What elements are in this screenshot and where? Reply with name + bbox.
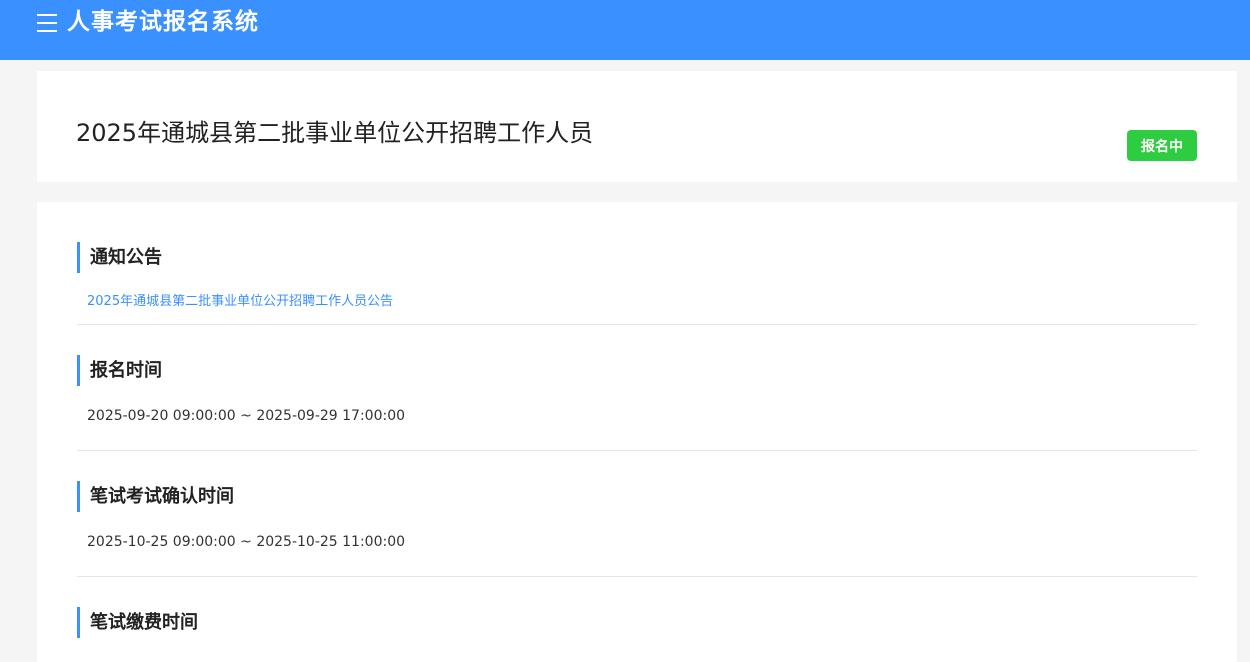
exam-header-card: 2025年通城县第二批事业单位公开招聘工作人员 报名中	[37, 71, 1237, 182]
top-nav-bar: 人事考试报名系统	[0, 0, 1250, 60]
exam-title: 2025年通城县第二批事业单位公开招聘工作人员	[76, 119, 594, 147]
registration-time-value: 2025-09-20 09:00:00 ~ 2025-09-29 17:00:0…	[87, 408, 406, 424]
exam-details-card: 通知公告 2025年通城县第二批事业单位公开招聘工作人员公告 报名时间 2025…	[37, 202, 1237, 662]
app-title: 人事考试报名系统	[67, 9, 259, 35]
section-divider	[77, 576, 1197, 577]
hamburger-menu-icon[interactable]	[37, 11, 59, 33]
section-divider	[77, 450, 1197, 451]
written-confirm-heading: 笔试考试确认时间	[77, 481, 234, 512]
section-divider	[77, 324, 1197, 325]
registration-status-badge[interactable]: 报名中	[1127, 130, 1197, 161]
written-confirm-value: 2025-10-25 09:00:00 ~ 2025-10-25 11:00:0…	[87, 534, 406, 550]
registration-time-heading: 报名时间	[77, 355, 162, 386]
notice-link[interactable]: 2025年通城县第二批事业单位公开招聘工作人员公告	[87, 294, 393, 309]
notice-heading: 通知公告	[77, 242, 162, 273]
written-payment-heading: 笔试缴费时间	[77, 607, 198, 638]
